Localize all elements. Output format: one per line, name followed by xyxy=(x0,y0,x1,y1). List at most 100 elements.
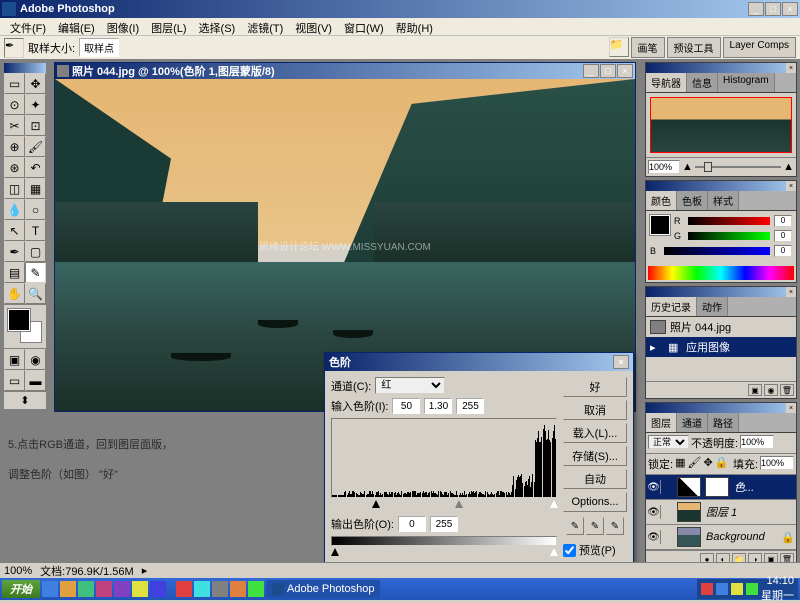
history-close-icon[interactable]: × xyxy=(786,287,796,297)
tab-layers[interactable]: 图层 xyxy=(646,413,677,432)
doc-maximize[interactable]: □ xyxy=(600,64,616,78)
tab-history[interactable]: 历史记录 xyxy=(646,297,697,316)
quicklaunch-icon[interactable] xyxy=(96,581,112,597)
move-tool[interactable]: ✥ xyxy=(25,73,46,94)
input-shadow[interactable] xyxy=(392,398,420,414)
taskbar-app[interactable]: Adobe Photoshop xyxy=(266,580,380,598)
quicklaunch-icon[interactable] xyxy=(194,581,210,597)
opacity-input[interactable] xyxy=(740,435,774,449)
visibility-icon[interactable]: 👁 xyxy=(647,530,661,544)
jump-to-imageready[interactable]: ⬍ xyxy=(4,391,46,409)
visibility-icon[interactable]: 👁 xyxy=(647,505,661,519)
layer-row[interactable]: 👁 色... xyxy=(646,475,796,500)
quicklaunch-icon[interactable] xyxy=(60,581,76,597)
foreground-color[interactable] xyxy=(8,309,30,331)
brush-tool[interactable]: 🖌 xyxy=(25,136,46,157)
lock-paint-icon[interactable]: 🖌 xyxy=(687,456,701,472)
menu-help[interactable]: 帮助(H) xyxy=(390,18,439,35)
menu-layer[interactable]: 图层(L) xyxy=(145,18,192,35)
status-arrow-icon[interactable]: ▸ xyxy=(142,564,148,577)
input-gamma[interactable] xyxy=(424,398,452,414)
stamp-tool[interactable]: ⊛ xyxy=(4,157,25,178)
b-slider[interactable] xyxy=(664,247,770,255)
dodge-tool[interactable]: ○ xyxy=(25,199,46,220)
gamma-slider-icon[interactable] xyxy=(455,500,463,508)
lasso-tool[interactable]: ⊙ xyxy=(4,94,25,115)
path-tool[interactable]: ↖ xyxy=(4,220,25,241)
color-ramp[interactable] xyxy=(648,266,794,280)
zoom-input[interactable] xyxy=(648,160,680,174)
file-browser-icon[interactable]: 📁 xyxy=(609,37,629,57)
color-picker[interactable] xyxy=(4,304,46,348)
document-titlebar[interactable]: 照片 044.jpg @ 100%(色阶 1,图层蒙版/8) _ □ × xyxy=(55,63,635,79)
gradient-tool[interactable]: ▦ xyxy=(25,178,46,199)
auto-button[interactable]: 自动 xyxy=(563,469,627,489)
wand-tool[interactable]: ✦ xyxy=(25,94,46,115)
zoom-tool[interactable]: 🔍 xyxy=(25,283,46,304)
load-button[interactable]: 载入(L)... xyxy=(563,423,627,443)
history-step[interactable]: ▸ ▦ 应用图像 xyxy=(646,337,796,357)
tab-layer-comps[interactable]: Layer Comps xyxy=(723,37,796,58)
b-value[interactable]: 0 xyxy=(774,245,792,257)
highlight-slider-icon[interactable] xyxy=(550,500,558,508)
heal-tool[interactable]: ⊕ xyxy=(4,136,25,157)
zoom-in-icon[interactable]: ▲ xyxy=(783,161,794,173)
color-swatch[interactable] xyxy=(650,215,670,235)
ie-icon[interactable] xyxy=(42,581,58,597)
zoom-slider[interactable] xyxy=(695,166,781,168)
tab-channels[interactable]: 通道 xyxy=(677,413,708,432)
tab-histogram[interactable]: Histogram xyxy=(718,73,775,92)
save-button[interactable]: 存储(S)... xyxy=(563,446,627,466)
color-close-icon[interactable]: × xyxy=(786,181,796,191)
gray-eyedropper-icon[interactable]: ✎ xyxy=(586,517,604,535)
shape-tool[interactable]: ▢ xyxy=(25,241,46,262)
tray-icon[interactable] xyxy=(731,583,743,595)
marquee-tool[interactable]: ▭ xyxy=(4,73,25,94)
delete-state-icon[interactable]: 🗑 xyxy=(780,384,794,396)
doc-minimize[interactable]: _ xyxy=(583,64,599,78)
menu-file[interactable]: 文件(F) xyxy=(4,18,52,35)
history-brush-tool[interactable]: ↶ xyxy=(25,157,46,178)
blend-mode-select[interactable]: 正常 xyxy=(648,435,689,449)
ok-button[interactable]: 好 xyxy=(563,377,627,397)
tab-brushes[interactable]: 画笔 xyxy=(631,37,665,58)
minimize-button[interactable]: _ xyxy=(748,2,764,16)
output-slider[interactable] xyxy=(331,548,557,558)
layer-row[interactable]: 👁 Background 🔒 xyxy=(646,525,796,550)
system-tray[interactable]: 14:10 星期一 xyxy=(697,579,798,599)
channel-select[interactable]: 红 xyxy=(375,377,445,394)
lock-transparency-icon[interactable]: ▦ xyxy=(675,456,685,472)
quicklaunch-icon[interactable] xyxy=(230,581,246,597)
close-button[interactable]: × xyxy=(782,2,798,16)
input-highlight[interactable] xyxy=(456,398,484,414)
tray-icon[interactable] xyxy=(746,583,758,595)
quicklaunch-icon[interactable] xyxy=(78,581,94,597)
out-highlight-slider-icon[interactable] xyxy=(550,548,558,556)
quicklaunch-icon[interactable] xyxy=(114,581,130,597)
r-value[interactable]: 0 xyxy=(774,215,792,227)
screen-std[interactable]: ▭ xyxy=(4,370,25,391)
tab-info[interactable]: 信息 xyxy=(687,73,718,92)
sample-size-select[interactable]: 取样点 xyxy=(79,38,119,57)
start-button[interactable]: 开始 xyxy=(2,580,40,598)
menu-filter[interactable]: 滤镜(T) xyxy=(241,18,289,35)
tab-actions[interactable]: 动作 xyxy=(697,297,728,316)
quicklaunch-icon[interactable] xyxy=(212,581,228,597)
type-tool[interactable]: T xyxy=(25,220,46,241)
maximize-button[interactable]: □ xyxy=(765,2,781,16)
tab-paths[interactable]: 路径 xyxy=(708,413,739,432)
zoom-out-icon[interactable]: ▲ xyxy=(682,161,693,173)
nav-close-icon[interactable]: × xyxy=(786,63,796,73)
menu-select[interactable]: 选择(S) xyxy=(193,18,242,35)
tab-swatches[interactable]: 色板 xyxy=(677,191,708,210)
pen-tool[interactable]: ✒ xyxy=(4,241,25,262)
tab-tool-presets[interactable]: 预设工具 xyxy=(667,37,721,58)
dialog-titlebar[interactable]: 色阶 × xyxy=(325,353,633,371)
standard-mode[interactable]: ▣ xyxy=(4,349,25,370)
cancel-button[interactable]: 取消 xyxy=(563,400,627,420)
menu-view[interactable]: 视图(V) xyxy=(289,18,338,35)
new-doc-from-state-icon[interactable]: ▣ xyxy=(748,384,762,396)
g-value[interactable]: 0 xyxy=(774,230,792,242)
navigator-thumbnail[interactable] xyxy=(650,97,792,153)
tab-navigator[interactable]: 导航器 xyxy=(646,73,687,92)
